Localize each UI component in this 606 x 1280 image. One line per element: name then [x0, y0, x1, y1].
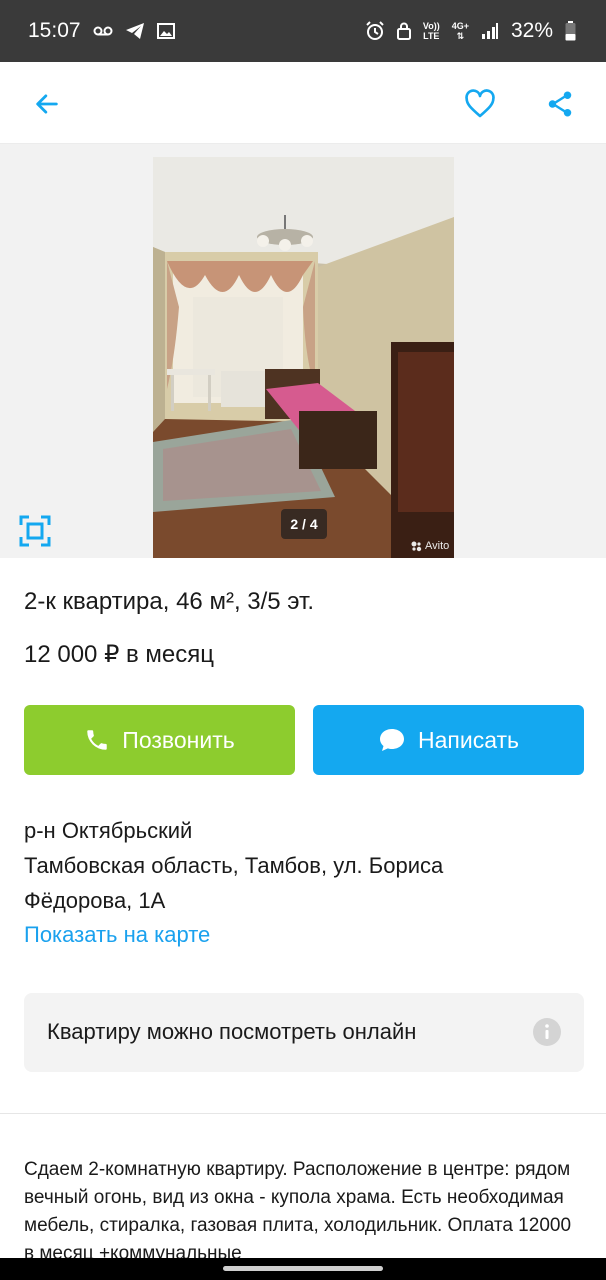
- address-line-2: Фёдорова, 1А: [24, 888, 166, 913]
- status-time: 15:07: [28, 19, 81, 42]
- address-district: р-н Октябрьский: [24, 818, 193, 843]
- listing-photo[interactable]: [153, 157, 454, 558]
- avito-watermark: Avito: [410, 540, 449, 552]
- heart-icon: [465, 89, 495, 118]
- phone-icon: [87, 730, 108, 750]
- signal-icon: [481, 22, 499, 40]
- write-button[interactable]: Написать: [313, 705, 584, 775]
- info-button[interactable]: [532, 1017, 562, 1047]
- listing-price: 12 000 ₽ в месяц: [24, 641, 215, 668]
- status-bar: 15:07 Vo)) LTE 4G+ ⇅ 32%: [0, 0, 606, 62]
- lock-icon: [396, 22, 411, 40]
- online-viewing-card: Квартиру можно посмотреть онлайн: [24, 993, 584, 1072]
- top-app-bar: [0, 62, 606, 144]
- listing-description: Сдаем 2-комнатную квартиру. Расположение…: [24, 1159, 572, 1258]
- share-icon: [548, 91, 572, 117]
- battery-icon: [565, 21, 576, 41]
- home-gesture-handle[interactable]: [223, 1266, 383, 1271]
- volte-indicator: Vo)) LTE: [422, 21, 440, 41]
- address-line-1: Тамбовская область, Тамбов, ул. Бориса: [24, 853, 444, 878]
- back-button[interactable]: [27, 84, 67, 124]
- photo-counter: 2 / 4: [281, 509, 327, 539]
- chat-bubble-icon: [379, 729, 404, 751]
- voicemail-icon: [93, 25, 113, 37]
- online-viewing-text: Квартиру можно посмотреть онлайн: [47, 1019, 417, 1044]
- share-button[interactable]: [540, 84, 580, 124]
- fullscreen-button[interactable]: [16, 512, 54, 550]
- system-navigation-bar: [0, 1258, 606, 1280]
- write-button-label: Написать: [417, 726, 519, 753]
- network-type: 4G+ ⇅: [451, 21, 469, 41]
- arrow-left-icon: [36, 94, 58, 114]
- show-on-map-link[interactable]: Показать на карте: [24, 922, 210, 948]
- favorite-button[interactable]: [460, 84, 500, 124]
- info-icon: [533, 1018, 561, 1046]
- gallery-icon: [156, 23, 175, 39]
- listing-title: 2-к квартира, 46 м², 3/5 эт.: [24, 588, 315, 615]
- fullscreen-icon: [19, 515, 51, 547]
- call-button[interactable]: Позвонить: [24, 705, 295, 775]
- call-button-label: Позвонить: [122, 726, 235, 753]
- photo-gallery[interactable]: 2 / 4 Avito: [0, 144, 606, 558]
- section-divider: [0, 1113, 606, 1114]
- alarm-icon: [365, 21, 385, 41]
- battery-percent: 32%: [510, 19, 553, 42]
- telegram-icon: [125, 22, 145, 40]
- avito-logo-icon: [411, 541, 422, 552]
